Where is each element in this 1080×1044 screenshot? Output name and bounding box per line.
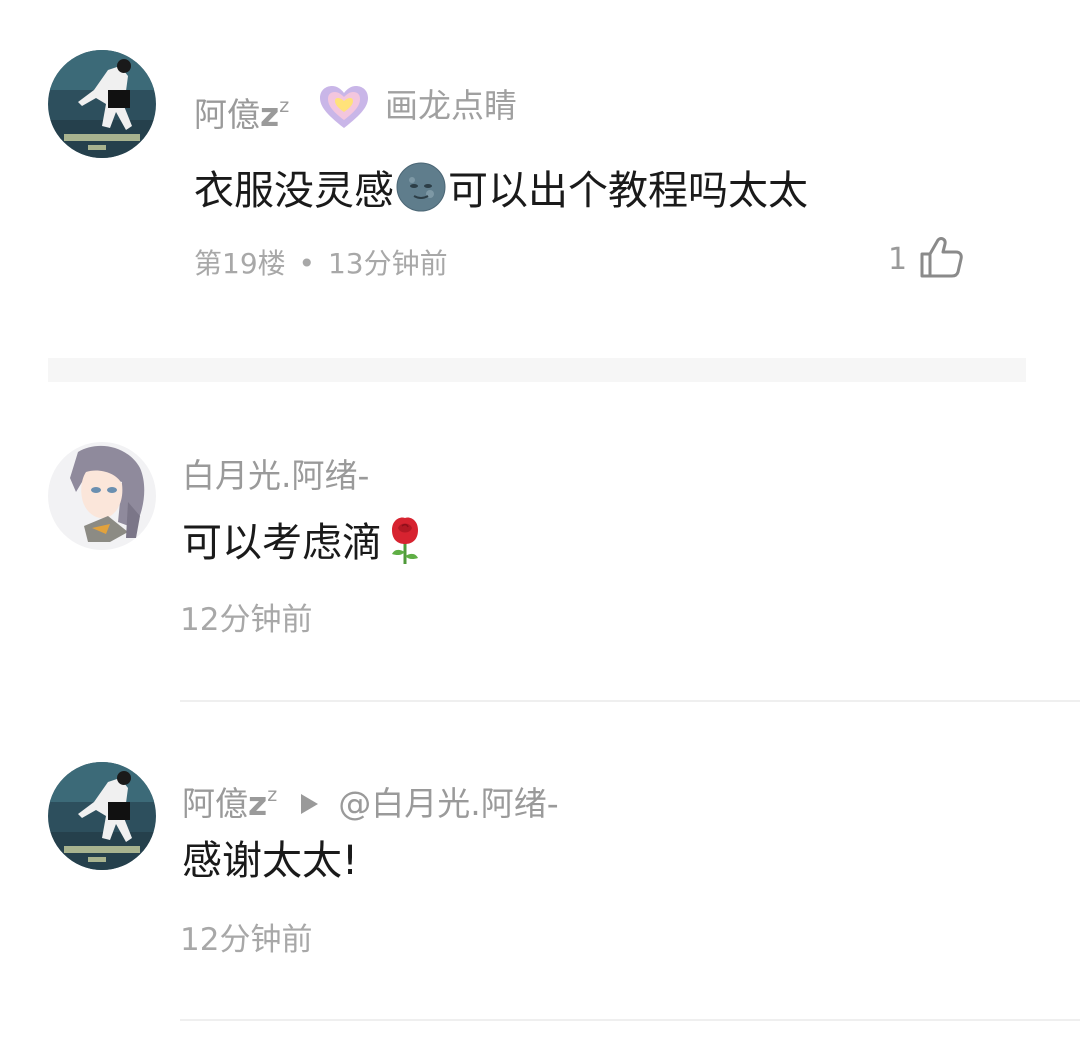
comment-time: 13分钟前 <box>327 247 448 280</box>
username-suffix: z <box>248 784 268 823</box>
divider <box>180 700 1080 702</box>
comment-username[interactable]: 白月光.阿绪- <box>182 456 369 496</box>
username-text: 阿億 <box>194 95 260 134</box>
floor-number: 第19楼 <box>194 247 286 280</box>
content-text: 可以考虑滴 <box>182 520 382 566</box>
comment-username[interactable]: 阿億zz @白月光.阿绪- <box>182 775 559 824</box>
username-suffix-small: z <box>279 95 290 117</box>
divider <box>180 1019 1080 1021</box>
reply-arrow-icon <box>301 794 319 814</box>
username-suffix: z <box>260 95 280 134</box>
new-moon-face-icon <box>396 162 446 224</box>
comment-time: 12分钟前 <box>180 602 313 638</box>
avatar[interactable] <box>48 442 156 550</box>
avatar[interactable] <box>48 50 156 158</box>
avatar[interactable] <box>48 762 156 870</box>
meta-dot: • <box>298 247 316 280</box>
comment-meta: 第19楼 • 13分钟前 <box>194 247 448 281</box>
username-suffix-small: z <box>267 784 278 806</box>
reply-to-username[interactable]: @白月光.阿绪- <box>338 784 558 823</box>
content-text: 衣服没灵感 <box>194 168 394 214</box>
section-separator <box>48 358 1026 382</box>
badge-label: 画龙点睛 <box>385 86 517 125</box>
comment-content: 衣服没灵感 可以出个教程吗太太 <box>194 162 808 224</box>
rose-icon <box>386 516 424 578</box>
like-count: 1 <box>888 242 908 277</box>
comment-content: 可以考虑滴 <box>182 516 424 578</box>
comment-username[interactable]: 阿億zz <box>194 86 289 135</box>
username-text: 阿億 <box>182 784 248 823</box>
thumbs-up-icon[interactable] <box>918 236 964 284</box>
comment-time: 12分钟前 <box>180 922 313 958</box>
comment-content: 感谢太太! <box>182 838 359 884</box>
content-text-2: 可以出个教程吗太太 <box>448 168 808 214</box>
heart-badge-icon[interactable] <box>318 84 370 134</box>
